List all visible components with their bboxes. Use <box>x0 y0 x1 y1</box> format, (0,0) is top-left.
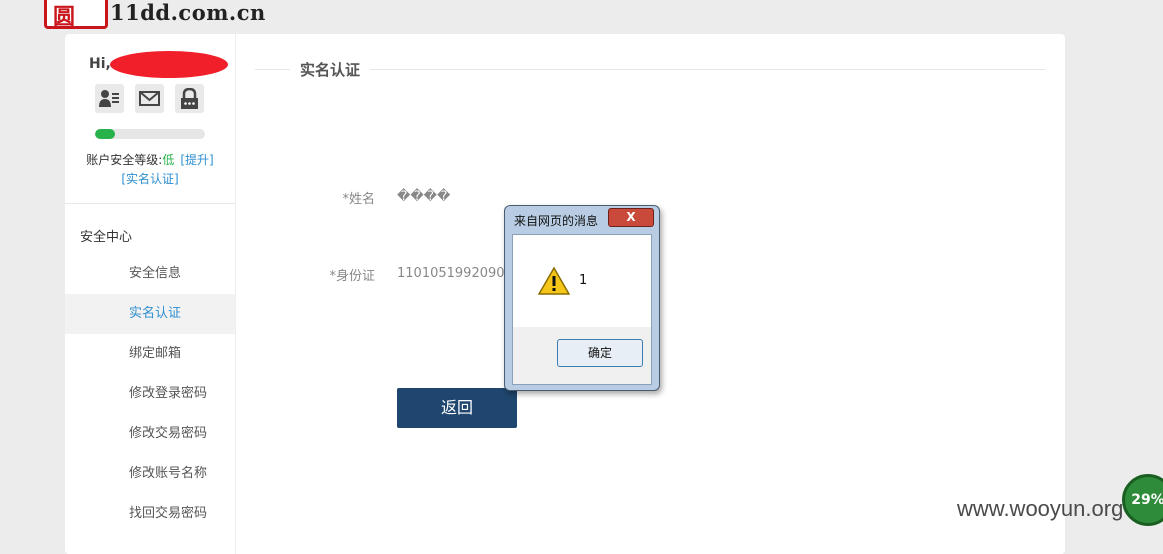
back-button[interactable]: 返回 <box>397 388 517 428</box>
redacted-username <box>110 51 228 78</box>
logo-domain: 11dd.com.cn <box>110 0 266 25</box>
page-title: 实名认证 <box>290 59 371 80</box>
upgrade-link[interactable]: [提升] <box>180 153 213 167</box>
warning-icon <box>538 267 570 295</box>
logo-seal: 圆 <box>44 0 108 29</box>
sidebar-item-bind-email[interactable]: 绑定邮箱 <box>65 334 235 374</box>
sidebar-item-change-login-password[interactable]: 修改登录密码 <box>65 374 235 414</box>
sidebar-item-recover-trade-password[interactable]: 找回交易密码 <box>65 494 235 534</box>
realname-link[interactable]: [实名认证] <box>65 170 235 187</box>
id-label: *身份证 <box>329 269 375 284</box>
dialog-message: 1 <box>579 273 588 288</box>
sidebar: Hi, 账户安全等级:低 [提升] [实名认证] 安全中心 安全信息 实名认证 绑… <box>65 34 236 554</box>
lock-icon[interactable] <box>175 84 204 113</box>
greeting: Hi, <box>89 56 111 72</box>
dialog-footer: 确定 <box>513 327 651 384</box>
security-progress-fill <box>95 129 115 139</box>
dialog-body: 1 确定 <box>512 234 652 385</box>
mail-icon[interactable] <box>135 84 164 113</box>
name-label: *姓名 <box>342 192 375 207</box>
name-value: ���� <box>397 189 451 204</box>
menu-heading: 安全中心 <box>80 230 133 245</box>
security-label: 账户安全等级: <box>86 153 163 167</box>
ok-button[interactable]: 确定 <box>557 339 643 367</box>
security-level: 低 <box>162 153 175 167</box>
title-rule <box>255 69 1045 70</box>
profile-card-icon[interactable] <box>95 84 124 113</box>
sidebar-item-change-trade-password[interactable]: 修改交易密码 <box>65 414 235 454</box>
sidebar-item-change-account-name[interactable]: 修改账号名称 <box>65 454 235 494</box>
alert-dialog: 来自网页的消息 X 1 确定 <box>504 205 660 391</box>
dialog-close-button[interactable]: X <box>608 208 654 227</box>
sidebar-item-security-info[interactable]: 安全信息 <box>65 254 235 294</box>
id-value: 11010519920901 <box>397 266 513 281</box>
speed-badge[interactable]: 29% <box>1122 474 1163 526</box>
security-level-line: 账户安全等级:低 [提升] <box>65 151 235 168</box>
sidebar-item-realname[interactable]: 实名认证 <box>65 294 235 334</box>
security-progress-bar <box>95 129 205 139</box>
watermark: www.wooyun.org <box>957 496 1124 521</box>
site-logo[interactable]: 圆 11dd.com.cn <box>44 0 274 29</box>
dialog-title: 来自网页的消息 <box>514 214 599 228</box>
sidebar-divider <box>65 203 235 204</box>
